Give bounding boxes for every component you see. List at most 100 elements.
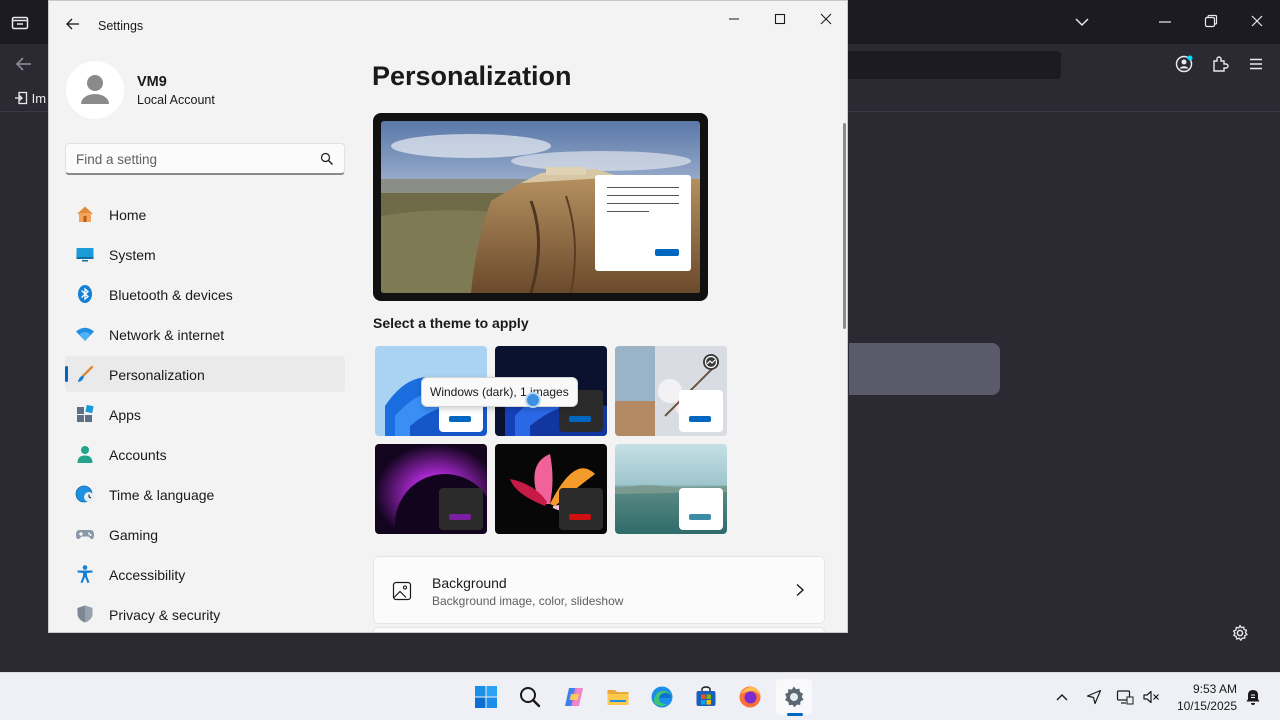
minimize-button[interactable]: [712, 9, 756, 29]
sidebar-item-bluetooth[interactable]: Bluetooth & devices: [65, 276, 345, 312]
theme-accent-button: [569, 514, 591, 520]
sidebar-item-label: Network & internet: [109, 327, 225, 343]
file-explorer-icon: [607, 690, 629, 705]
avatar[interactable]: [66, 61, 124, 119]
theme-captured-motion[interactable]: [495, 444, 607, 534]
theme-sample-window: [679, 390, 723, 432]
background-description: Background image, color, slideshow: [432, 594, 624, 608]
search-input[interactable]: [76, 150, 306, 168]
sidebar-item-privacy[interactable]: Privacy & security: [65, 596, 345, 632]
menu-icon[interactable]: [1248, 56, 1264, 76]
active-app-indicator: [787, 713, 803, 716]
preview-window-card: [595, 175, 691, 271]
maximize-icon: [774, 13, 786, 25]
sidebar-item-time-language[interactable]: Time & language: [65, 476, 345, 512]
home-icon: [75, 204, 95, 224]
restore-icon[interactable]: [1204, 14, 1218, 32]
theme-sample-window: [439, 488, 483, 530]
edge-icon: [651, 686, 673, 708]
preview-line: [607, 203, 679, 204]
background-settings-card[interactable]: Background Background image, color, slid…: [373, 556, 825, 624]
start-icon: [475, 686, 497, 708]
newtab-search-box[interactable]: [849, 343, 1000, 395]
theme-section-title: Select a theme to apply: [373, 315, 529, 331]
settings-button[interactable]: [776, 679, 812, 715]
clock-date[interactable]: 10/15/2025: [1170, 699, 1237, 713]
speaker-muted-icon[interactable]: [1141, 687, 1161, 707]
notification-bell-icon[interactable]: [1243, 687, 1263, 707]
start-button[interactable]: [468, 679, 504, 715]
sidebar-item-system[interactable]: System: [65, 236, 345, 272]
sidebar-item-label: Accessibility: [109, 567, 186, 583]
store-button[interactable]: [688, 679, 724, 715]
theme-preview: [373, 113, 708, 301]
close-icon[interactable]: [1250, 14, 1264, 32]
taskbar-search-button[interactable]: [512, 679, 548, 715]
store-icon: [696, 686, 716, 706]
window-title: Settings: [98, 19, 144, 33]
close-icon: [820, 13, 832, 25]
sidebar-item-label: Home: [109, 207, 147, 223]
user-avatar-icon: [81, 75, 109, 104]
sidebar-item-label: Privacy & security: [109, 607, 221, 623]
file-explorer-button[interactable]: [600, 679, 636, 715]
theme-accent-button: [449, 514, 471, 520]
next-settings-card[interactable]: [373, 627, 825, 632]
location-icon[interactable]: [1084, 687, 1104, 707]
clock-time[interactable]: 9:53 AM: [1180, 682, 1237, 696]
theme-flowers[interactable]: [615, 346, 727, 436]
gear-icon[interactable]: [1231, 624, 1249, 647]
copilot-button[interactable]: [556, 679, 592, 715]
sidebar-item-apps[interactable]: Apps: [65, 396, 345, 432]
preview-accent-button: [655, 249, 679, 256]
apps-icon: [75, 404, 95, 424]
close-button[interactable]: [804, 9, 847, 29]
import-label: Im: [31, 91, 47, 106]
network-icon[interactable]: [1115, 687, 1135, 707]
sidebar-item-accessibility[interactable]: Accessibility: [65, 556, 345, 592]
globe-clock-icon: [75, 484, 95, 504]
image-icon: [392, 581, 412, 601]
back-icon[interactable]: [15, 56, 33, 76]
chevron-up-icon: [1056, 694, 1068, 701]
url-bar[interactable]: [845, 51, 1061, 79]
extensions-icon[interactable]: [1211, 55, 1229, 77]
brush-icon: [75, 364, 95, 384]
minimize-icon[interactable]: [1158, 14, 1172, 34]
profile-account-type: Local Account: [137, 93, 215, 107]
profile-name: VM9: [137, 74, 167, 90]
sidebar-item-home[interactable]: Home: [65, 196, 345, 232]
chevron-down-icon[interactable]: [1074, 14, 1090, 34]
show-hidden-icons-button[interactable]: [1052, 687, 1072, 707]
sidebar-item-label: Time & language: [109, 487, 215, 503]
settings-icon: [785, 686, 804, 708]
edge-button[interactable]: [644, 679, 680, 715]
page-title: Personalization: [372, 61, 572, 91]
account-icon[interactable]: [1175, 55, 1193, 77]
sidebar-item-personalization[interactable]: Personalization: [65, 356, 345, 392]
sidebar-item-gaming[interactable]: Gaming: [65, 516, 345, 552]
maximize-button[interactable]: [758, 9, 802, 29]
title-bar: Settings: [49, 1, 847, 49]
import-bookmarks-button[interactable]: Im: [14, 91, 46, 106]
theme-accent-button: [449, 416, 471, 422]
back-arrow-icon[interactable]: [65, 16, 81, 32]
theme-glow[interactable]: [375, 444, 487, 534]
sidebar-item-label: Accounts: [109, 447, 167, 463]
scrollbar[interactable]: [843, 123, 846, 329]
sidebar-item-network[interactable]: Network & internet: [65, 316, 345, 352]
theme-sunrise[interactable]: [615, 444, 727, 534]
sidebar-item-label: Bluetooth & devices: [109, 287, 233, 303]
theme-accent-button: [689, 514, 711, 520]
shield-icon: [75, 604, 95, 624]
tab-list-icon[interactable]: [11, 14, 29, 34]
theme-sample-window: [679, 488, 723, 530]
search-icon[interactable]: [320, 152, 334, 166]
taskbar: 9:53 AM 10/15/2025: [0, 672, 1280, 720]
background-title: Background: [432, 575, 507, 591]
preview-line: [607, 195, 679, 196]
firefox-button[interactable]: [732, 679, 768, 715]
sidebar-item-accounts[interactable]: Accounts: [65, 436, 345, 472]
person-icon: [75, 444, 95, 464]
sidebar-item-label: Personalization: [109, 367, 205, 383]
